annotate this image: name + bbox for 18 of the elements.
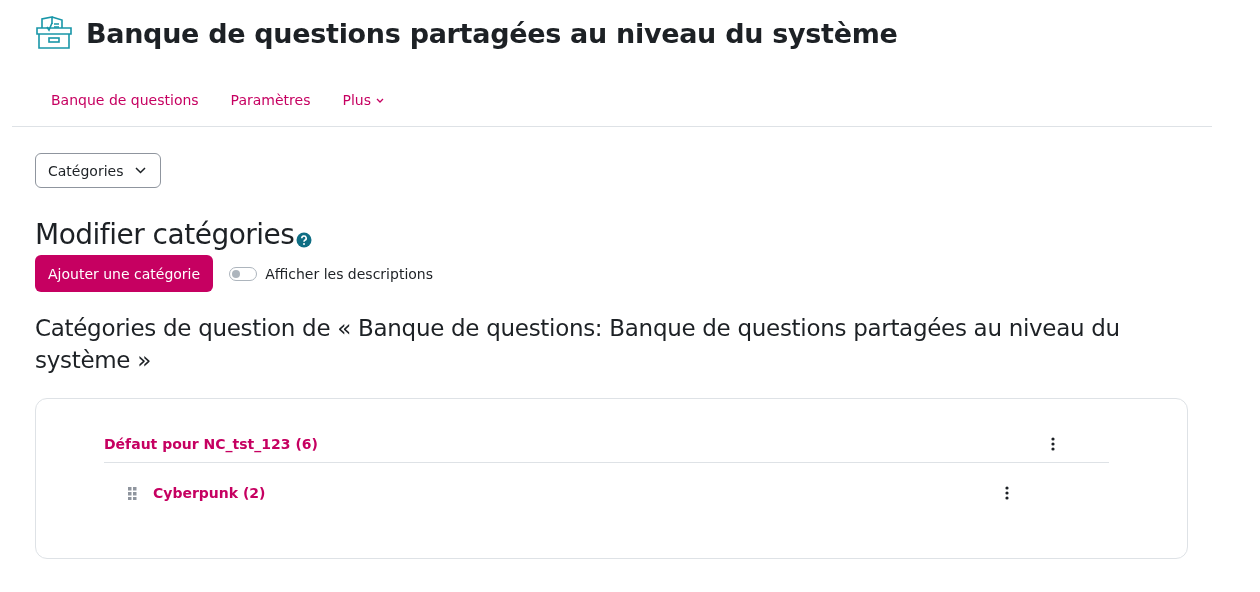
help-icon[interactable]	[296, 231, 313, 248]
question-box-icon	[36, 16, 72, 50]
more-icon[interactable]	[1051, 436, 1055, 451]
chevron-down-icon	[135, 167, 147, 174]
more-icon[interactable]	[1005, 486, 1009, 500]
nav-link[interactable]: Plus	[326, 84, 400, 116]
category-select[interactable]: Catégories	[35, 153, 162, 188]
nav-link[interactable]: Banque de questions	[35, 84, 215, 116]
caret-icon	[375, 97, 384, 103]
section-heading: Modifier catégories	[35, 218, 295, 251]
toggle-label: Afficher les descriptions	[265, 265, 433, 282]
drag-handle-icon[interactable]	[128, 486, 137, 500]
add-category-button[interactable]: Ajouter une catégorie	[35, 255, 214, 292]
page-title: Banque de questions partagées au niveau du système	[86, 17, 898, 49]
category-link[interactable]: Défaut pour NC_tst_123 (6)	[104, 435, 318, 452]
categories-heading: Catégories de question de « Banque de questions: Banque de questions partagées au niveau du système »	[35, 314, 1121, 375]
category-link[interactable]: Cyberpunk (2)	[153, 485, 266, 501]
nav-link[interactable]: Paramètres	[214, 84, 327, 116]
